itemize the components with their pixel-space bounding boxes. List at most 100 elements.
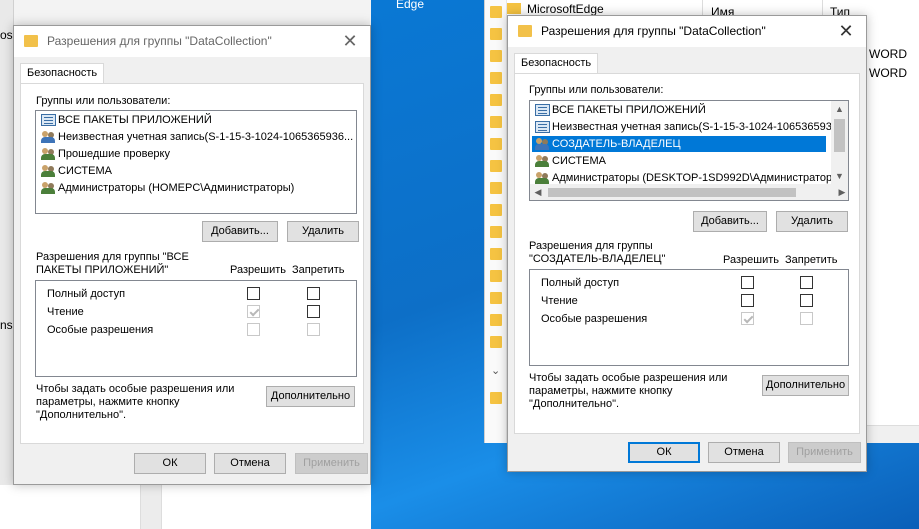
users-vertical-scrollbar[interactable]: ▲ ▼ (831, 101, 848, 184)
dialog-title-bar[interactable]: Разрешения для группы "DataCollection" ✕ (508, 16, 866, 47)
add-button[interactable]: Добавить... (693, 211, 767, 232)
users-listbox[interactable]: ВСЕ ПАКЕТЫ ПРИЛОЖЕНИЙ Неизвестная учетна… (529, 100, 849, 201)
chevron-right-icon[interactable]: ▶ (834, 184, 848, 200)
permission-name: Полный доступ (47, 288, 126, 300)
list-item[interactable]: Прошедшие проверку (38, 146, 170, 162)
folder-icon[interactable] (490, 314, 502, 326)
permissions-title: Разрешения для группы "ВСЕ ПАКЕТЫ ПРИЛОЖ… (36, 251, 189, 276)
list-item[interactable]: Администраторы (HOMEPC\Администраторы) (38, 180, 294, 196)
dialog-title: Разрешения для группы "DataCollection" (47, 34, 272, 48)
folder-icon[interactable] (490, 50, 502, 62)
cancel-button[interactable]: Отмена (708, 442, 780, 463)
users-icon (41, 148, 56, 160)
close-icon[interactable]: ✕ (338, 30, 362, 52)
tab-security[interactable]: Безопасность (514, 53, 599, 73)
allow-checkbox-special (247, 323, 260, 336)
folder-icon[interactable] (490, 248, 502, 260)
advanced-hint: Чтобы задать особые разрешения или парам… (36, 383, 235, 421)
list-item-selected[interactable]: СОЗДАТЕЛЬ-ВЛАДЕЛЕЦ (532, 136, 826, 152)
folder-icon[interactable] (490, 94, 502, 106)
folder-icon[interactable] (490, 28, 502, 40)
remove-button[interactable]: Удалить (776, 211, 848, 232)
list-item[interactable]: Неизвестная учетная запись(S-1-15-3-1024… (532, 119, 838, 135)
dialog-title-bar[interactable]: Разрешения для группы "DataCollection" ✕ (14, 26, 370, 57)
tab-security[interactable]: Безопасность (20, 63, 105, 83)
folder-name: MicrosoftEdge (527, 2, 604, 16)
background-text-fragment: ns (0, 318, 13, 332)
folder-icon[interactable] (490, 72, 502, 84)
deny-checkbox-full-control[interactable] (307, 287, 320, 300)
users-icon (535, 172, 550, 184)
apply-button: Применить (295, 453, 368, 474)
folder-icon[interactable] (490, 204, 502, 216)
list-item[interactable]: ВСЕ ПАКЕТЫ ПРИЛОЖЕНИЙ (38, 112, 212, 128)
list-item[interactable]: СИСТЕМА (38, 163, 112, 179)
allow-checkbox-full-control[interactable] (247, 287, 260, 300)
list-item[interactable]: СИСТЕМА (532, 153, 606, 169)
list-item[interactable]: Неизвестная учетная запись(S-1-15-3-1024… (38, 129, 353, 145)
deny-column-header: Запретить (785, 254, 838, 266)
permission-name: Чтение (47, 306, 84, 318)
scroll-thumb[interactable] (834, 119, 845, 152)
list-item[interactable]: ВСЕ ПАКЕТЫ ПРИЛОЖЕНИЙ (532, 102, 706, 118)
folder-icon[interactable] (490, 392, 502, 404)
window-edge-strip (0, 0, 14, 529)
chevron-left-icon[interactable]: ◀ (530, 184, 546, 200)
allow-checkbox-full-control[interactable] (741, 276, 754, 289)
scroll-thumb[interactable] (548, 188, 796, 197)
folder-icon[interactable] (490, 292, 502, 304)
package-icon (535, 104, 550, 116)
folder-icon[interactable] (490, 226, 502, 238)
groups-label: Группы или пользователи: (36, 95, 171, 107)
chevron-up-icon[interactable]: ▲ (831, 101, 848, 117)
folder-icon[interactable] (490, 182, 502, 194)
security-tab-panel: Группы или пользователи: ВСЕ ПАКЕТЫ ПРИЛ… (514, 73, 860, 434)
deny-checkbox-full-control[interactable] (800, 276, 813, 289)
add-button[interactable]: Добавить... (202, 221, 278, 242)
folder-icon[interactable] (490, 160, 502, 172)
chevron-down-icon[interactable]: ⌄ (491, 364, 500, 377)
groups-label: Группы или пользователи: (529, 84, 664, 96)
folder-icon[interactable] (490, 6, 502, 18)
ok-button[interactable]: ОК (628, 442, 700, 463)
users-horizontal-scrollbar[interactable]: ◀ ▶ (530, 184, 848, 200)
chevron-down-icon[interactable]: ▼ (831, 168, 848, 184)
users-icon (535, 138, 550, 150)
close-icon[interactable]: ✕ (834, 20, 858, 42)
deny-checkbox-read[interactable] (307, 305, 320, 318)
permissions-dialog-left: Разрешения для группы "DataCollection" ✕… (13, 25, 371, 485)
users-icon (535, 155, 550, 167)
deny-checkbox-special (800, 312, 813, 325)
package-icon (535, 121, 550, 133)
folder-icon[interactable] (490, 336, 502, 348)
folder-icon[interactable] (490, 138, 502, 150)
deny-checkbox-read[interactable] (800, 294, 813, 307)
permissions-list: Полный доступ Чтение Особые разрешения (35, 280, 357, 377)
background-bottom-area (0, 485, 371, 529)
ok-button[interactable]: ОК (134, 453, 206, 474)
advanced-button[interactable]: Дополнительно (266, 386, 355, 407)
folder-icon (24, 35, 38, 47)
permissions-list: Полный доступ Чтение Особые разрешения (529, 269, 849, 366)
allow-column-header: Разрешить (723, 254, 779, 266)
folder-icon[interactable] (490, 270, 502, 282)
deny-column-header: Запретить (292, 264, 345, 276)
allow-checkbox-read[interactable] (741, 294, 754, 307)
folder-icon (518, 25, 532, 37)
explorer-tree-item[interactable]: MicrosoftEdge (507, 2, 604, 16)
allow-checkbox-special (741, 312, 754, 325)
background-separator (140, 485, 162, 529)
remove-button[interactable]: Удалить (287, 221, 359, 242)
dialog-title: Разрешения для группы "DataCollection" (541, 24, 766, 38)
users-listbox[interactable]: ВСЕ ПАКЕТЫ ПРИЛОЖЕНИЙ Неизвестная учетна… (35, 110, 357, 214)
security-tab-panel: Группы или пользователи: ВСЕ ПАКЕТЫ ПРИЛ… (20, 83, 364, 444)
explorer-tree-pane: ⌄ (485, 0, 507, 443)
allow-checkbox-read (247, 305, 260, 318)
deny-checkbox-special (307, 323, 320, 336)
permission-name: Чтение (541, 295, 578, 307)
advanced-button[interactable]: Дополнительно (762, 375, 849, 396)
cancel-button[interactable]: Отмена (214, 453, 286, 474)
desktop-icon-label[interactable]: Edge (396, 0, 424, 11)
permission-name: Особые разрешения (47, 324, 154, 336)
folder-icon[interactable] (490, 116, 502, 128)
